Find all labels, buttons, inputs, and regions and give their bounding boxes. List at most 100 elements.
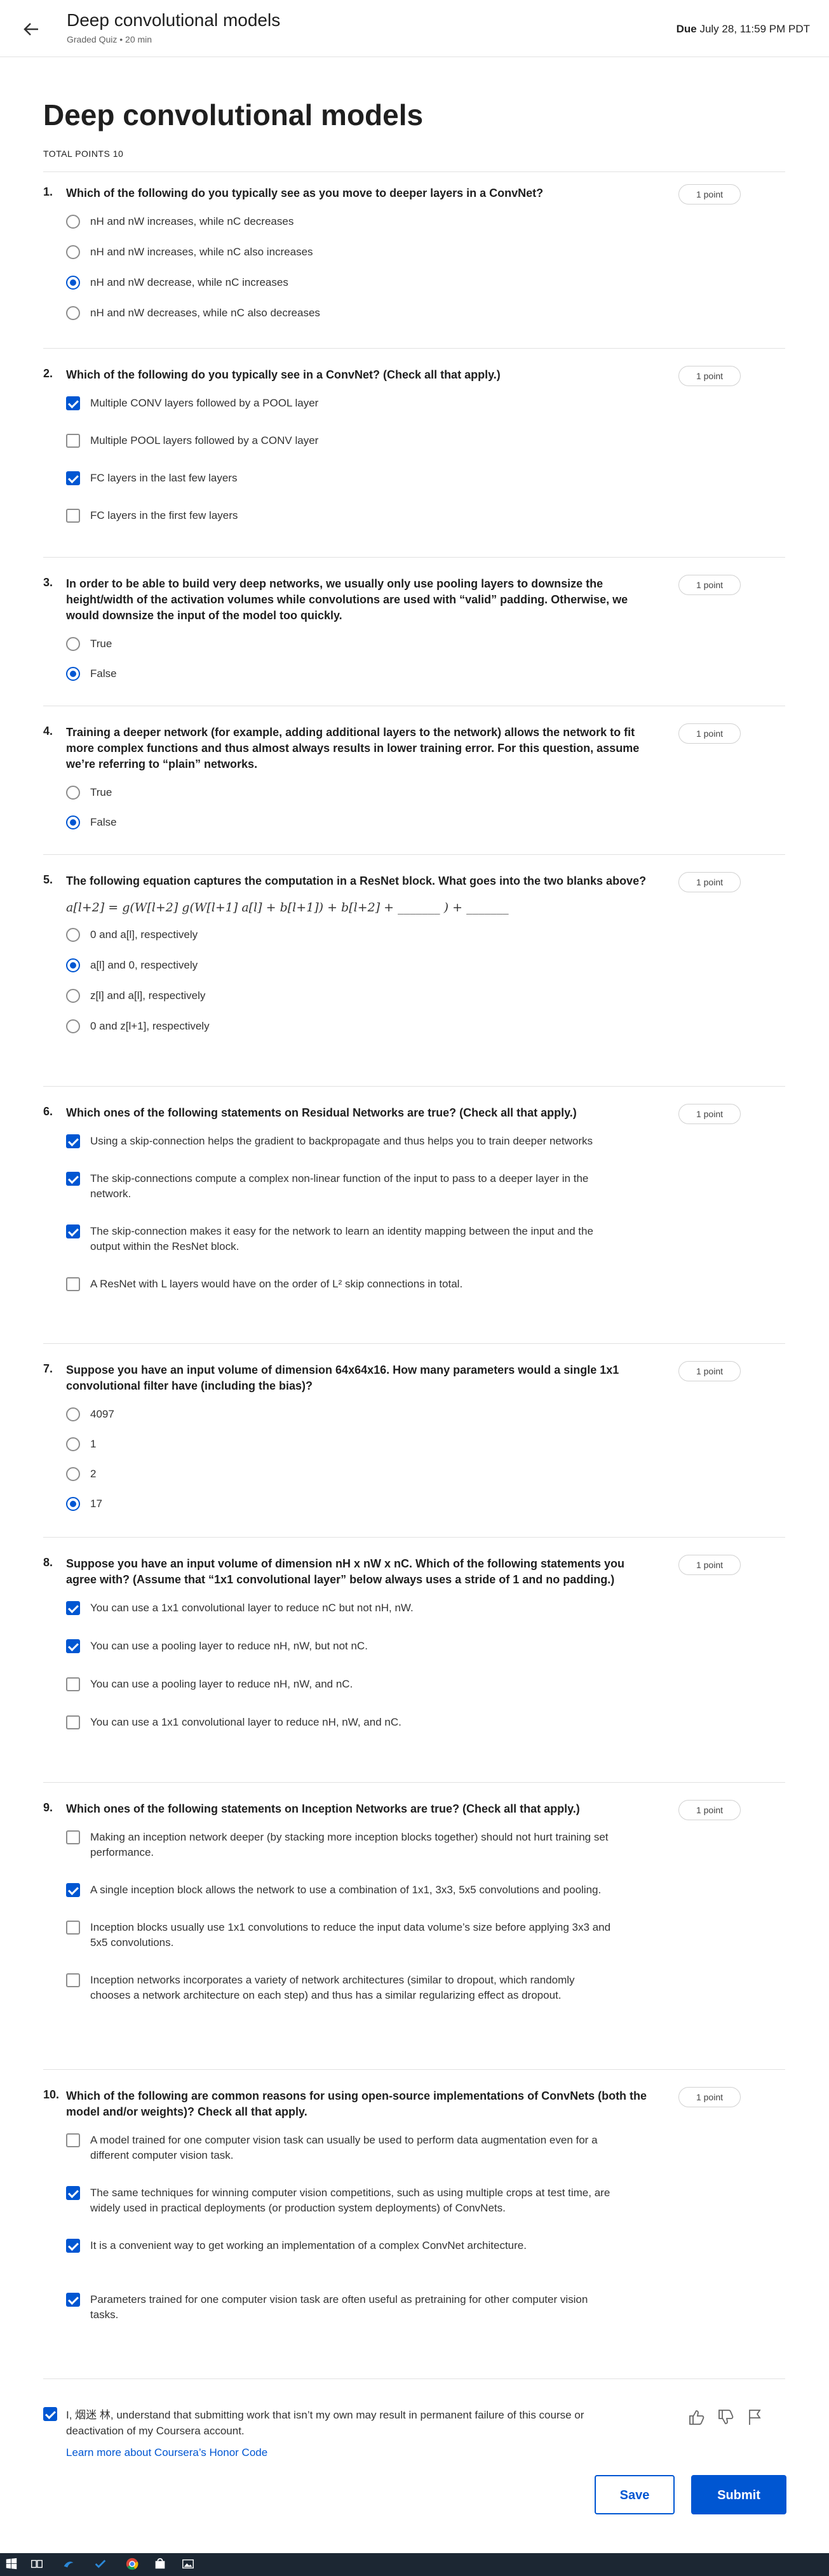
radio-button[interactable] (66, 1437, 80, 1451)
answer-option[interactable]: False (66, 666, 612, 681)
chrome-icon[interactable] (125, 2557, 140, 2572)
answer-option[interactable]: nH and nW increases, while nC also incre… (66, 245, 612, 260)
checkbox[interactable] (66, 2293, 80, 2307)
task-view-icon[interactable] (29, 2557, 44, 2572)
check-app-icon[interactable] (93, 2557, 108, 2572)
question-text: In order to be able to build very deep n… (66, 577, 628, 622)
answer-option[interactable]: z[l] and a[l], respectively (66, 988, 612, 1003)
answer-option[interactable]: 17 (66, 1496, 612, 1512)
checkbox[interactable] (66, 2133, 80, 2147)
answer-option[interactable]: 4097 (66, 1407, 612, 1422)
option-label: Parameters trained for one computer visi… (90, 2293, 588, 2321)
radio-button[interactable] (66, 958, 80, 972)
answer-option[interactable]: It is a convenient way to get working an… (66, 2238, 612, 2253)
answer-option[interactable]: FC layers in the first few layers (66, 508, 612, 523)
checkbox[interactable] (66, 1677, 80, 1691)
divider (43, 1343, 785, 1344)
checkbox[interactable] (66, 471, 80, 485)
app-icon[interactable] (61, 2557, 76, 2572)
checkbox[interactable] (66, 1601, 80, 1615)
question-10: 10. Which of the following are common rea… (43, 2087, 785, 2345)
checkbox[interactable] (66, 1830, 80, 1844)
answer-option[interactable]: A ResNet with L layers would have on the… (66, 1277, 612, 1292)
checkbox[interactable] (66, 1134, 80, 1148)
radio-button[interactable] (66, 245, 80, 259)
course-title: Deep convolutional models (67, 10, 281, 30)
radio-button[interactable] (66, 928, 80, 942)
thumbs-up-icon[interactable] (686, 2407, 706, 2427)
answer-option[interactable]: 0 and a[l], respectively (66, 927, 612, 943)
answer-option[interactable]: Multiple POOL layers followed by a CONV … (66, 433, 612, 448)
windows-start-icon[interactable] (4, 2557, 19, 2572)
answer-option[interactable]: nH and nW increases, while nC decreases (66, 214, 612, 229)
radio-button[interactable] (66, 1407, 80, 1421)
radio-button[interactable] (66, 215, 80, 229)
checkbox[interactable] (66, 1172, 80, 1186)
radio-button[interactable] (66, 667, 80, 681)
checkbox[interactable] (66, 1883, 80, 1897)
radio-button[interactable] (66, 1467, 80, 1481)
radio-button[interactable] (66, 637, 80, 651)
answer-option[interactable]: FC layers in the last few layers (66, 471, 612, 486)
answer-option[interactable]: Using a skip-connection helps the gradie… (66, 1134, 612, 1149)
checkbox[interactable] (66, 1973, 80, 1987)
answer-options: Multiple CONV layers followed by a POOL … (66, 396, 785, 523)
answer-option[interactable]: False (66, 815, 612, 830)
radio-button[interactable] (66, 989, 80, 1003)
thumbs-down-icon[interactable] (715, 2407, 736, 2427)
answer-option[interactable]: nH and nW decrease, while nC increases (66, 275, 612, 290)
answer-option[interactable]: The skip-connection makes it easy for th… (66, 1224, 612, 1254)
answer-option[interactable]: Multiple CONV layers followed by a POOL … (66, 396, 612, 411)
checkbox[interactable] (66, 2186, 80, 2200)
option-label: The skip-connections compute a complex n… (90, 1172, 589, 1200)
answer-option[interactable]: a[l] and 0, respectively (66, 958, 612, 973)
answer-option[interactable]: True (66, 785, 612, 800)
answer-option[interactable]: A model trained for one computer vision … (66, 2133, 612, 2163)
radio-button[interactable] (66, 306, 80, 320)
answer-options: You can use a 1x1 convolutional layer to… (66, 1600, 785, 1730)
total-points: TOTAL POINTS 10 (43, 149, 124, 159)
checkbox[interactable] (66, 1224, 80, 1238)
option-label: You can use a pooling layer to reduce nH… (90, 1640, 368, 1652)
checkbox[interactable] (66, 1715, 80, 1729)
divider (43, 1086, 785, 1087)
checkbox[interactable] (66, 1921, 80, 1935)
save-button[interactable]: Save (595, 2475, 675, 2514)
honor-code-link[interactable]: Learn more about Coursera’s Honor Code (66, 2446, 267, 2459)
honor-checkbox[interactable] (43, 2407, 57, 2421)
answer-option[interactable]: Parameters trained for one computer visi… (66, 2292, 612, 2323)
checkbox[interactable] (66, 396, 80, 410)
checkbox[interactable] (66, 434, 80, 448)
answer-option[interactable]: Inception networks incorporates a variet… (66, 1973, 612, 2003)
answer-option[interactable]: You can use a 1x1 convolutional layer to… (66, 1715, 612, 1730)
answer-option[interactable]: You can use a pooling layer to reduce nH… (66, 1639, 612, 1654)
photos-icon[interactable] (180, 2557, 196, 2572)
flag-icon[interactable] (745, 2407, 765, 2427)
checkbox[interactable] (66, 509, 80, 523)
arrow-left-icon[interactable] (19, 17, 44, 42)
answer-option[interactable]: True (66, 636, 612, 652)
radio-button[interactable] (66, 1497, 80, 1511)
checkbox[interactable] (66, 2239, 80, 2253)
checkbox[interactable] (66, 1639, 80, 1653)
checkbox[interactable] (66, 1277, 80, 1291)
answer-option[interactable]: A single inception block allows the netw… (66, 1882, 612, 1898)
question-number: 9. (43, 1801, 53, 1814)
store-icon[interactable] (152, 2557, 168, 2572)
answer-option[interactable]: 2 (66, 1466, 612, 1482)
radio-button[interactable] (66, 276, 80, 290)
option-label: You can use a 1x1 convolutional layer to… (90, 1716, 401, 1728)
radio-button[interactable] (66, 1019, 80, 1033)
answer-option[interactable]: 0 and z[l+1], respectively (66, 1019, 612, 1034)
radio-button[interactable] (66, 786, 80, 800)
answer-option[interactable]: 1 (66, 1437, 612, 1452)
submit-button[interactable]: Submit (691, 2475, 786, 2514)
answer-option[interactable]: The skip-connections compute a complex n… (66, 1171, 612, 1202)
answer-option[interactable]: You can use a pooling layer to reduce nH… (66, 1677, 612, 1692)
answer-option[interactable]: You can use a 1x1 convolutional layer to… (66, 1600, 612, 1616)
answer-option[interactable]: Making an inception network deeper (by s… (66, 1830, 612, 1860)
radio-button[interactable] (66, 815, 80, 829)
answer-option[interactable]: The same techniques for winning computer… (66, 2185, 612, 2216)
answer-option[interactable]: Inception blocks usually use 1x1 convolu… (66, 1920, 612, 1950)
answer-option[interactable]: nH and nW decreases, while nC also decre… (66, 305, 612, 321)
